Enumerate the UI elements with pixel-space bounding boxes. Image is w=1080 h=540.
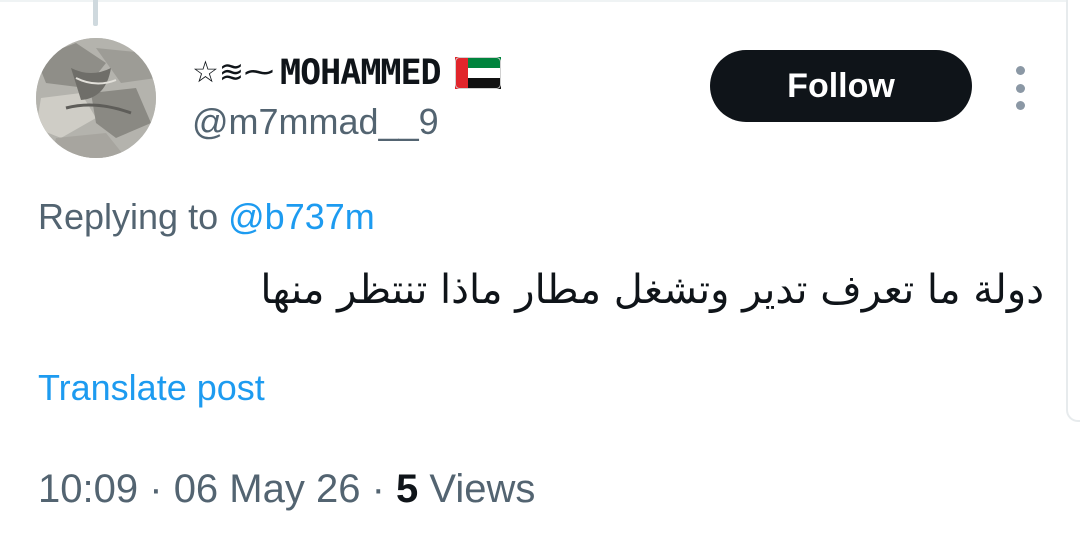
replying-to-label: Replying to — [38, 196, 219, 237]
author-handle[interactable]: @m7mmad__9 — [192, 104, 439, 140]
post-date[interactable]: 06 May 26 — [174, 467, 361, 511]
views-label: Views — [429, 467, 536, 511]
translate-post-link[interactable]: Translate post — [38, 368, 265, 408]
author-name-row[interactable]: ☆≋⁓ MOHAMMED — [192, 50, 501, 96]
replying-to-line: Replying to @b737m — [38, 197, 375, 237]
post-text: دولة ما تعرف تدير وتشغل مطار ماذا تنتظر … — [260, 267, 1044, 313]
avatar-image — [36, 38, 156, 158]
right-panel-edge — [1066, 0, 1080, 422]
author-display-name[interactable]: MOHAMMED — [280, 55, 442, 91]
uae-flag-icon — [454, 57, 501, 89]
more-dot — [1015, 101, 1025, 110]
meta-separator: · — [149, 467, 163, 511]
more-dot — [1015, 66, 1025, 75]
thread-connector-line — [93, 0, 98, 26]
name-decoration: ☆≋⁓ — [192, 55, 275, 90]
follow-button[interactable]: Follow — [710, 50, 972, 122]
meta-separator: · — [371, 467, 385, 511]
reply-mention-link[interactable]: @b737m — [228, 196, 375, 237]
post-time[interactable]: 10:09 — [38, 467, 138, 511]
post-detail: ☆≋⁓ MOHAMMED @m7mmad__9 Follow Replying … — [0, 0, 1080, 540]
post-metadata: 10:09 · 06 May 26 · 5 Views — [38, 467, 535, 511]
avatar[interactable] — [36, 38, 156, 158]
top-divider — [0, 0, 1080, 2]
more-dot — [1015, 83, 1025, 93]
views-count[interactable]: 5 — [396, 467, 418, 511]
more-vertical-icon[interactable] — [1006, 66, 1034, 110]
